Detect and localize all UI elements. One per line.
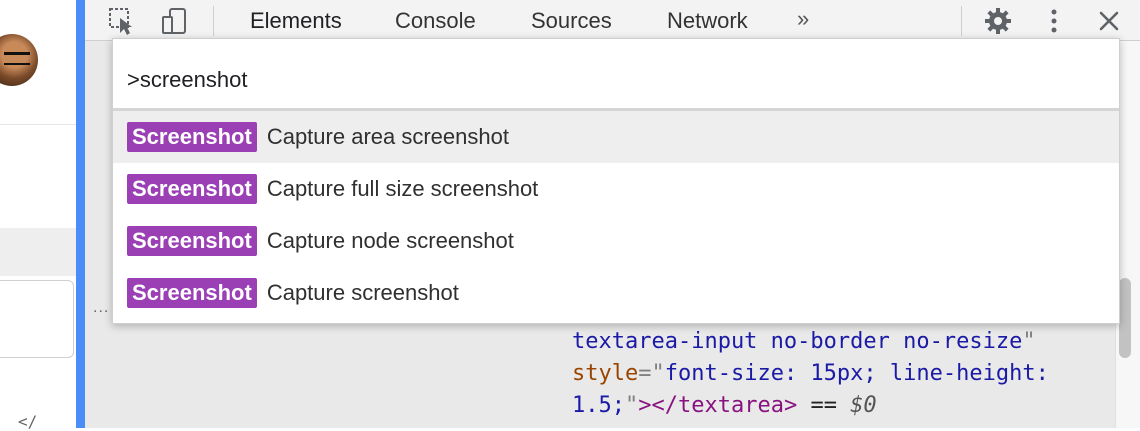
- dollar-zero: $0: [850, 393, 877, 418]
- attribute-value: 1.5;: [572, 393, 625, 418]
- category-badge: Screenshot: [127, 278, 257, 308]
- toolbar-separator: [961, 6, 962, 36]
- command-item[interactable]: Screenshot Capture screenshot: [113, 267, 1119, 319]
- toolbar-separator: [213, 6, 214, 36]
- tab-network[interactable]: Network: [667, 8, 748, 34]
- command-item[interactable]: Screenshot Capture full size screenshot: [113, 163, 1119, 215]
- command-item[interactable]: Screenshot Capture area screenshot: [113, 111, 1119, 163]
- command-menu: >screenshot Screenshot Capture area scre…: [112, 38, 1120, 324]
- devtools-resize-handle[interactable]: [76, 0, 85, 428]
- page-bottom-text: </: [18, 412, 38, 431]
- command-title: Capture node screenshot: [266, 228, 514, 253]
- close-icon[interactable]: [1092, 4, 1126, 38]
- scrollbar-thumb[interactable]: [1119, 278, 1131, 358]
- command-title: Capture screenshot: [266, 280, 459, 305]
- page-band: [0, 228, 76, 276]
- devtools-toolbar: Elements Console Sources Network »: [85, 0, 1140, 41]
- command-title: Capture full size screenshot: [266, 176, 539, 201]
- page-input-box[interactable]: [0, 280, 74, 358]
- quote: ": [624, 393, 639, 418]
- selected-marker: ==: [797, 393, 851, 418]
- more-options-icon[interactable]: [1037, 4, 1071, 38]
- category-badge: Screenshot: [127, 122, 257, 152]
- avatar[interactable]: [0, 34, 38, 86]
- attribute-name: style: [572, 361, 639, 386]
- command-item[interactable]: Screenshot Capture node screenshot: [113, 215, 1119, 267]
- code-line: 1.5;"></textarea> == $0: [572, 393, 877, 418]
- attribute-value: textarea-input no-border no-resize: [572, 329, 1023, 354]
- tag-name: textarea: [677, 393, 784, 418]
- command-title: Capture area screenshot: [266, 124, 509, 149]
- code-line: style="font-size: 15px; line-height:: [572, 361, 1049, 386]
- device-toolbar-icon[interactable]: [157, 4, 191, 38]
- tab-sources[interactable]: Sources: [531, 8, 612, 34]
- category-badge: Screenshot: [127, 226, 257, 256]
- attribute-value: font-size: 15px; line-height:: [664, 361, 1049, 386]
- page-content-strip: </: [0, 0, 76, 431]
- quote: ": [1022, 329, 1036, 354]
- code-line: textarea-input no-border no-resize": [572, 329, 1036, 354]
- category-badge: Screenshot: [127, 174, 257, 204]
- tab-elements[interactable]: Elements: [250, 8, 342, 34]
- tab-console[interactable]: Console: [395, 8, 476, 34]
- expand-ellipsis[interactable]: ...: [93, 299, 109, 317]
- tag-bracket: ></: [638, 393, 678, 418]
- equals: =: [638, 361, 652, 386]
- quote: ": [651, 361, 665, 386]
- divider: [0, 124, 76, 125]
- tag-bracket: >: [783, 393, 798, 418]
- command-input[interactable]: >screenshot: [127, 67, 247, 93]
- gear-icon[interactable]: [981, 4, 1015, 38]
- more-tabs-button[interactable]: »: [797, 6, 809, 32]
- devtools-panel: Elements Console Sources Network » ... t…: [85, 0, 1140, 428]
- inspect-element-icon[interactable]: [105, 4, 139, 38]
